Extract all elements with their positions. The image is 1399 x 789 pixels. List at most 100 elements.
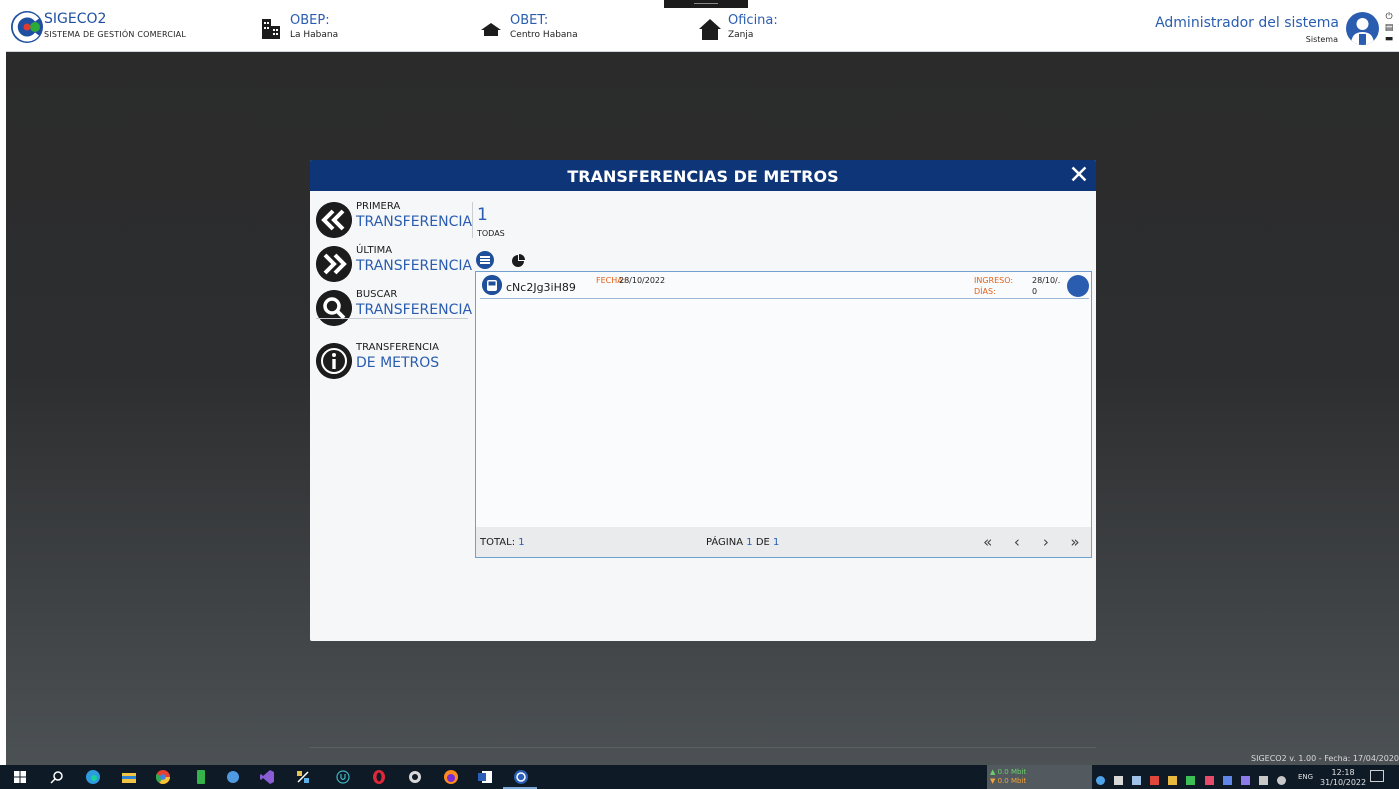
tray-display-icon[interactable] <box>1258 776 1268 785</box>
dias-label: DÍAS: <box>974 287 996 296</box>
tray-network-icon[interactable] <box>1132 776 1142 785</box>
nav-last-transfer[interactable]: ÚLTIMA TRANSFERENCIA <box>316 244 472 288</box>
app-blue-icon[interactable] <box>226 770 240 784</box>
oficina-block: Oficina: Zanja <box>728 14 778 41</box>
modal-nav: PRIMERA TRANSFERENCIA ÚLTIMA TRANSFERENC… <box>316 200 472 385</box>
transfer-list: cNc2Jg3iH89 FECHA: 28/10/2022 INGRESO: 2… <box>475 271 1092 558</box>
user-name[interactable]: Administrador del sistema <box>1155 15 1339 31</box>
nav-item-top: ÚLTIMA <box>356 245 393 256</box>
info-icon <box>316 343 352 379</box>
notification-icon[interactable] <box>1370 770 1384 782</box>
nav-item-bottom: DE METROS <box>356 355 440 371</box>
pager: « ‹ › » <box>976 532 1087 551</box>
building-icon <box>262 19 280 39</box>
page-indicator: PÁGINA 1 DE 1 <box>706 537 779 548</box>
nav-transfer-info[interactable]: TRANSFERENCIA DE METROS <box>316 341 468 385</box>
chevrons-left-icon <box>316 202 352 238</box>
ingreso-label: INGRESO: <box>974 276 1014 285</box>
house-icon <box>699 19 721 40</box>
page-label: PÁGINA <box>706 537 744 548</box>
taskbar: ▲ 0.0 Mbit ▼ 0.0 Mbit ENG 12:18 31/10/20… <box>0 765 1399 789</box>
nav-item-bottom: TRANSFERENCIA <box>356 302 473 318</box>
next-page-button[interactable]: › <box>1034 533 1058 551</box>
file-explorer-icon[interactable] <box>122 770 136 784</box>
table-row[interactable]: cNc2Jg3iH89 FECHA: 28/10/2022 INGRESO: 2… <box>480 274 1089 299</box>
tray-printer-icon[interactable] <box>1114 776 1124 785</box>
app-u-icon[interactable] <box>336 770 350 784</box>
calendar-icon[interactable]: ▤ <box>1384 23 1394 34</box>
total-value: 1 <box>518 537 525 548</box>
tray-red-icon[interactable] <box>1150 776 1160 785</box>
tray-blue-icon[interactable] <box>1222 776 1232 785</box>
nav-item-top: TRANSFERENCIA <box>356 342 439 353</box>
header-tool-icons: ⏻ ▤ ▬ <box>1384 12 1394 45</box>
search-icon <box>316 290 352 326</box>
user-avatar[interactable] <box>1346 12 1379 45</box>
app-green-icon[interactable] <box>194 770 208 784</box>
edge-browser-icon[interactable] <box>86 770 100 784</box>
transfer-modal: TRANSFERENCIAS DE METROS ✕ PRIMERA TRANS… <box>310 160 1096 641</box>
page-of: DE <box>755 537 770 548</box>
app-circle-icon[interactable] <box>408 770 422 784</box>
nav-item-top: BUSCAR <box>356 289 398 300</box>
sigeco-taskbar-icon[interactable] <box>514 770 528 784</box>
firefox-icon[interactable] <box>444 770 458 784</box>
search-icon[interactable] <box>50 770 64 784</box>
nav-item-bottom: TRANSFERENCIA <box>356 214 473 230</box>
chevrons-right-icon <box>316 246 352 282</box>
tray-purple-icon[interactable] <box>1240 776 1250 785</box>
word-icon[interactable] <box>478 770 492 784</box>
app-name: SIGECO2 <box>44 11 107 27</box>
tray-drive-icon[interactable] <box>1186 776 1196 785</box>
nav-first-transfer[interactable]: PRIMERA TRANSFERENCIA <box>316 200 472 244</box>
page-total: 1 <box>773 537 780 548</box>
modal-header: TRANSFERENCIAS DE METROS ✕ <box>310 160 1096 191</box>
chrome-icon[interactable] <box>156 770 170 784</box>
pie-chart-icon[interactable] <box>511 253 526 272</box>
nav-divider <box>316 318 468 319</box>
close-button[interactable]: ✕ <box>1066 162 1092 188</box>
clock-date: 31/10/2022 <box>1320 778 1367 787</box>
version-text: SIGECO2 v. 1.00 - Fecha: 17/04/2020 <box>1251 754 1399 763</box>
user-icon <box>1351 18 1374 45</box>
app-header: SIGECO2 SISTEMA DE GESTIÓN COMERCIAL OBE… <box>6 0 1399 52</box>
net-up: ▲ 0.0 Mbit <box>990 768 1027 776</box>
window-grip[interactable] <box>664 0 748 8</box>
last-page-button[interactable]: » <box>1063 533 1087 551</box>
nav-search-transfer[interactable]: BUSCAR TRANSFERENCIA <box>316 288 472 332</box>
tray-app-icon[interactable] <box>1096 776 1105 785</box>
modal-title: TRANSFERENCIAS DE METROS <box>567 167 839 186</box>
prev-page-button[interactable]: ‹ <box>1005 533 1029 551</box>
sigeco-logo-icon <box>11 11 43 43</box>
total-label: TOTAL: <box>480 537 516 548</box>
user-role: Sistema <box>1305 35 1338 44</box>
system-tray <box>1096 770 1290 789</box>
clock-time: 12:18 <box>1331 768 1355 777</box>
obet-value: Centro Habana <box>510 30 578 40</box>
obep-block: OBEP: La Habana <box>290 14 338 41</box>
roof-icon <box>481 23 501 36</box>
tray-yellow-icon[interactable] <box>1168 776 1178 785</box>
tools-icon[interactable] <box>296 770 310 784</box>
page-current: 1 <box>746 537 753 548</box>
view-toggle <box>476 251 537 273</box>
total-count: TOTAL: 1 <box>480 537 525 548</box>
nav-item-top: PRIMERA <box>356 201 401 212</box>
language-indicator[interactable]: ENG <box>1298 773 1313 781</box>
transfer-code: cNc2Jg3iH89 <box>506 281 576 294</box>
power-icon[interactable]: ⏻ <box>1384 12 1394 23</box>
visual-studio-icon[interactable] <box>260 770 274 784</box>
transfer-count: 1 <box>477 205 488 225</box>
status-dot <box>1067 275 1089 297</box>
windows-start-icon[interactable] <box>14 771 26 783</box>
tray-pink-icon[interactable] <box>1204 776 1214 785</box>
nav-vertical-divider <box>472 202 473 238</box>
fecha-value: 28/10/2022 <box>619 276 666 285</box>
opera-icon[interactable] <box>372 770 386 784</box>
first-page-button[interactable]: « <box>976 533 1000 551</box>
obet-block: OBET: Centro Habana <box>510 14 578 41</box>
clock[interactable]: 12:18 31/10/2022 <box>1320 768 1366 788</box>
menu-icon[interactable]: ▬ <box>1384 34 1394 45</box>
list-view-icon[interactable] <box>476 251 494 273</box>
volume-icon[interactable] <box>1276 776 1286 785</box>
